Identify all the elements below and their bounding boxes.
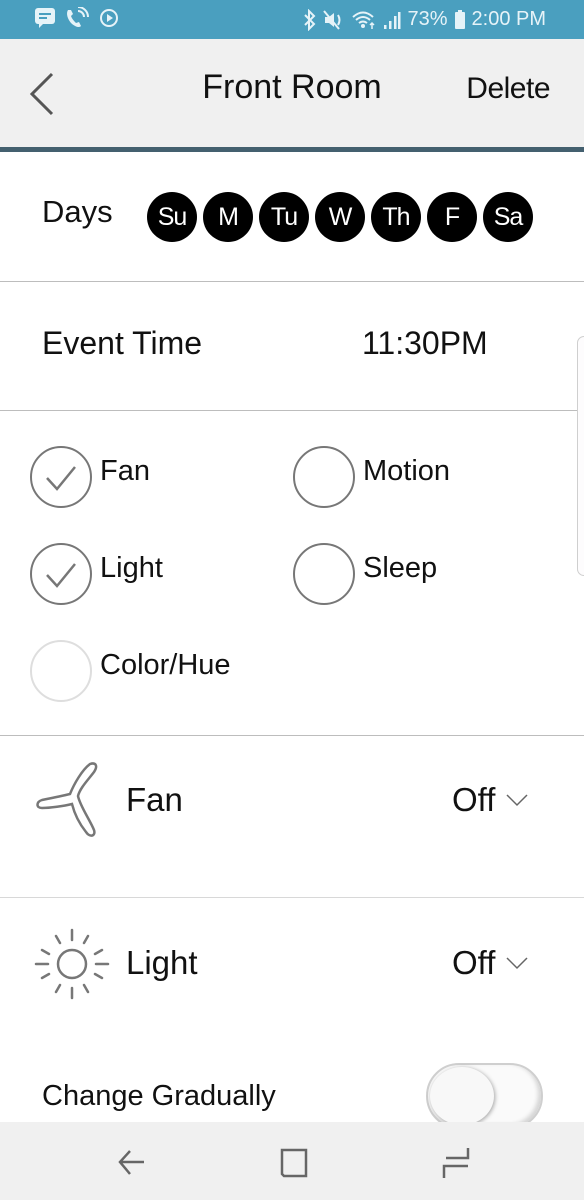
checkbox-color-hue[interactable]	[30, 640, 92, 702]
fan-value-dropdown[interactable]: Off	[452, 781, 529, 819]
battery-percent: 73%	[407, 8, 448, 30]
day-monday[interactable]: M	[203, 192, 253, 242]
chevron-down-icon	[506, 794, 528, 807]
option-label: Light	[100, 551, 163, 584]
light-value-dropdown[interactable]: Off	[452, 944, 529, 982]
divider	[0, 281, 584, 282]
days-label: Days	[42, 194, 113, 229]
change-gradually-label: Change Gradually	[42, 1080, 276, 1112]
toggle-knob	[430, 1067, 494, 1125]
fan-value: Off	[452, 781, 496, 818]
clock: 2:00 PM	[471, 8, 546, 30]
day-saturday[interactable]: Sa	[483, 192, 533, 242]
mute-icon	[323, 9, 345, 31]
status-bar: 73% 2:00 PM	[0, 0, 584, 39]
nav-back-button[interactable]	[112, 1146, 152, 1180]
light-control-label: Light	[126, 944, 198, 981]
message-icon	[34, 7, 56, 29]
option-color-hue[interactable]: Color/Hue	[30, 640, 231, 702]
change-gradually-toggle[interactable]	[426, 1063, 543, 1129]
status-left-icons	[34, 7, 120, 29]
sync-icon	[98, 7, 120, 29]
status-right-icons: 73% 2:00 PM	[303, 0, 546, 39]
day-friday[interactable]: F	[427, 192, 477, 242]
sun-icon	[34, 926, 110, 1007]
home-square-icon	[280, 1148, 308, 1178]
recents-icon	[442, 1148, 470, 1178]
checkbox-fan[interactable]	[30, 446, 92, 508]
day-wednesday[interactable]: W	[315, 192, 365, 242]
chevron-left-icon	[29, 72, 54, 116]
fan-control-label: Fan	[126, 781, 183, 818]
option-label: Sleep	[363, 551, 438, 584]
nav-recents-button[interactable]	[436, 1146, 476, 1180]
day-tuesday[interactable]: Tu	[259, 192, 309, 242]
fan-control-row[interactable]: Fan Off	[0, 736, 584, 896]
days-selector: Su M Tu W Th F Sa	[147, 192, 533, 242]
delete-button[interactable]: Delete	[466, 72, 550, 106]
day-thursday[interactable]: Th	[371, 192, 421, 242]
light-value: Off	[452, 944, 496, 981]
back-button[interactable]	[24, 70, 64, 118]
checkbox-sleep[interactable]	[293, 543, 355, 605]
check-icon	[46, 563, 76, 588]
battery-icon	[454, 9, 466, 31]
check-icon	[46, 466, 76, 491]
option-label: Color/Hue	[100, 648, 231, 681]
signal-icon	[383, 9, 401, 31]
option-fan[interactable]: Fan	[30, 446, 150, 508]
back-arrow-icon	[118, 1150, 144, 1175]
wifi-icon	[351, 9, 377, 31]
header-accent-line	[0, 147, 584, 152]
light-control-row[interactable]: Light Off	[0, 898, 584, 1038]
option-sleep[interactable]: Sleep	[293, 543, 437, 605]
option-label: Fan	[100, 454, 150, 487]
chevron-down-icon	[506, 957, 528, 970]
fan-icon	[34, 760, 106, 843]
checkbox-motion[interactable]	[293, 446, 355, 508]
option-light[interactable]: Light	[30, 543, 163, 605]
event-time-label: Event Time	[42, 325, 203, 361]
system-nav-bar	[0, 1122, 584, 1200]
wifi-call-icon	[64, 7, 90, 29]
nav-home-button[interactable]	[274, 1146, 314, 1180]
scroll-indicator[interactable]	[577, 336, 584, 576]
checkbox-light[interactable]	[30, 543, 92, 605]
bluetooth-icon	[303, 8, 317, 31]
event-time-value[interactable]: 11:30PM	[362, 325, 488, 362]
option-label: Motion	[363, 454, 451, 487]
day-sunday[interactable]: Su	[147, 192, 197, 242]
option-motion[interactable]: Motion	[293, 446, 450, 508]
divider	[0, 410, 584, 411]
